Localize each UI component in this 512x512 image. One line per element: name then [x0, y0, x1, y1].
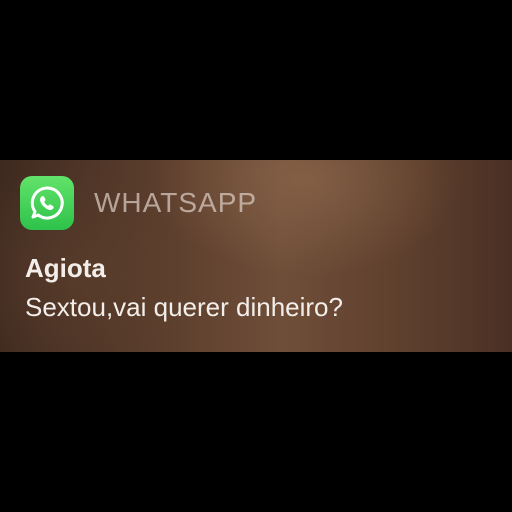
notification-header: WHATSAPP	[20, 176, 258, 230]
notification-sender: Agiota	[25, 253, 106, 283]
notification-message: Sextou,vai querer dinheiro?	[25, 292, 343, 322]
app-name-label: WHATSAPP	[94, 187, 258, 218]
whatsapp-notification-banner[interactable]: WHATSAPP Agiota Sextou,vai querer dinhei…	[0, 160, 512, 352]
whatsapp-icon	[20, 176, 74, 230]
screen: WHATSAPP Agiota Sextou,vai querer dinhei…	[0, 0, 512, 512]
